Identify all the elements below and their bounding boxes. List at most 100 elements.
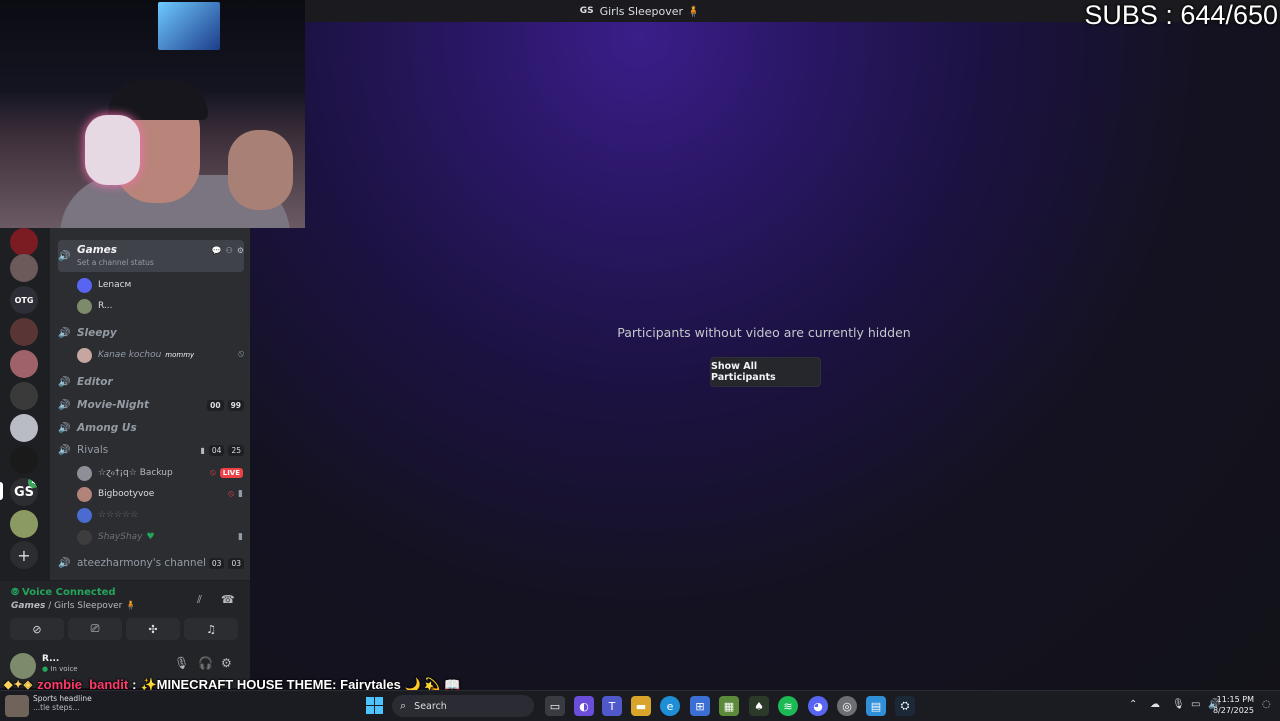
server-icon[interactable]: [10, 228, 38, 256]
selected-server-pill: [0, 482, 3, 500]
show-all-participants-button[interactable]: Show All Participants: [710, 357, 821, 387]
camera-icon: ▮: [238, 489, 243, 499]
speaker-icon: 🔊: [58, 558, 71, 569]
soundboard-icon: ♫: [206, 622, 216, 636]
file-explorer-icon[interactable]: ▬: [631, 696, 651, 716]
cloud-icon[interactable]: ☁: [1150, 699, 1160, 710]
user-status-text: In voice: [50, 665, 78, 673]
user-name[interactable]: R...: [42, 654, 59, 664]
user-count: 03: [208, 557, 225, 569]
voice-user[interactable]: ShayShay ♥ ▮: [77, 528, 243, 546]
microphone: [85, 115, 140, 185]
voice-user[interactable]: Lenacм: [77, 276, 243, 294]
voice-channel-ateez[interactable]: 🔊 ateezharmony's channel 03 03: [58, 553, 244, 573]
server-badge: GS: [579, 6, 594, 16]
chat-bubble-icon[interactable]: 💬: [212, 246, 222, 255]
voice-status[interactable]: ⦾ Voice Connected: [11, 587, 116, 598]
avatar: [77, 298, 92, 314]
news-title: Sports headline: [33, 694, 92, 703]
microphone-icon[interactable]: 🎙: [1172, 699, 1185, 710]
speaker-icon: 🔊: [58, 445, 71, 456]
speaker-icon: 🔊: [58, 377, 71, 388]
notification-bell-icon[interactable]: ◌: [1262, 699, 1271, 710]
avatar: [77, 277, 92, 293]
spotify-icon[interactable]: ≋: [778, 696, 798, 716]
server-icon[interactable]: [10, 414, 38, 442]
noise-suppression-icon[interactable]: ⫽: [197, 593, 202, 607]
invite-icon[interactable]: ⚇: [226, 246, 233, 255]
obs-icon[interactable]: ◎: [837, 696, 857, 716]
deafened-icon: ⦸: [228, 489, 235, 499]
copilot-icon[interactable]: ◐: [574, 696, 594, 716]
chevron-up-icon[interactable]: ⌃: [1129, 699, 1137, 710]
user-name: R...: [98, 301, 113, 311]
camera-toggle-button[interactable]: ⊘: [10, 618, 64, 640]
search-label: Search: [414, 700, 447, 712]
avatar: [77, 465, 92, 481]
voice-channel-rivals[interactable]: 🔊 Rivals ▮ 04 25: [58, 440, 244, 460]
activities-button[interactable]: ✣: [126, 618, 180, 640]
discord-icon[interactable]: ◕: [808, 696, 828, 716]
news-widget[interactable]: Sports headline ...tle steps...: [33, 694, 92, 712]
server-icon-gs[interactable]: GS 4: [10, 478, 38, 506]
disconnect-icon[interactable]: ☎: [221, 593, 235, 606]
voice-user[interactable]: Kanae kochou mommy ⍉: [77, 346, 243, 364]
camera-off-icon: ⊘: [32, 622, 42, 636]
voice-channel-sleepy[interactable]: 🔊 Sleepy: [58, 323, 244, 343]
voice-channel-path[interactable]: Games / Girls Sleepover 🧍: [11, 601, 136, 611]
microphone-icon[interactable]: 🎙: [174, 656, 189, 670]
app-icon[interactable]: ♠: [749, 696, 769, 716]
taskbar-search[interactable]: ⌕ Search: [392, 695, 534, 717]
voice-channel-editor[interactable]: 🔊 Editor: [58, 372, 244, 392]
taskbar-clock[interactable]: 11:15 PM 8/27/2025: [1213, 694, 1254, 716]
live-badge[interactable]: LIVE: [219, 468, 243, 478]
server-icon[interactable]: [10, 350, 38, 378]
voice-user[interactable]: Bigbootyvoe ⦸ ▮: [77, 485, 243, 503]
news-subtitle: ...tle steps...: [33, 703, 80, 712]
speaker-icon: 🔊: [58, 400, 71, 411]
steam-icon[interactable]: ⛭: [895, 696, 915, 716]
voice-user[interactable]: ☆☆☆☆☆: [77, 506, 243, 524]
add-server-icon[interactable]: +: [10, 541, 38, 569]
display-icon[interactable]: ▭: [1191, 699, 1200, 710]
user-name: ☆ɀℴ†¡q☆ Backup: [98, 468, 173, 478]
headphones-icon[interactable]: 🎧: [198, 656, 213, 670]
minecraft-icon[interactable]: ▦: [719, 696, 739, 716]
speaker-icon: 🔊: [58, 251, 71, 262]
channel-status[interactable]: Set a channel status: [77, 258, 154, 267]
news-widget-thumbnail[interactable]: [5, 695, 29, 717]
avatar: [77, 507, 92, 523]
screen-share-button[interactable]: ⎚: [68, 618, 122, 640]
user-count: 04: [208, 444, 225, 456]
avatar: [77, 486, 92, 502]
user-name: ☆☆☆☆☆: [98, 510, 139, 520]
search-icon: ⌕: [400, 699, 407, 712]
server-icon-otg[interactable]: OTG: [10, 286, 38, 314]
voice-user[interactable]: R...: [77, 297, 243, 315]
edge-icon[interactable]: e: [660, 696, 680, 716]
activities-icon: ✣: [148, 622, 158, 636]
soundboard-button[interactable]: ♫: [184, 618, 238, 640]
teams-icon[interactable]: T: [602, 696, 622, 716]
voice-user[interactable]: ☆ɀℴ†¡q☆ Backup ⦸ LIVE: [77, 464, 243, 482]
channel-name: ateezharmony's channel: [77, 557, 206, 569]
clock-date: 8/27/2025: [1212, 706, 1254, 715]
server-icon[interactable]: [10, 318, 38, 346]
app-icon[interactable]: ▤: [866, 696, 886, 716]
user-status: ● In voice: [42, 665, 78, 673]
window-title: Girls Sleepover 🧍: [599, 4, 701, 18]
user-name: Kanae kochou: [98, 350, 162, 360]
server-icon[interactable]: [10, 254, 38, 282]
gear-icon[interactable]: ⚙: [221, 656, 232, 670]
voice-channel-movie-night[interactable]: 🔊 Movie-Night 00 99: [58, 395, 244, 415]
server-icon[interactable]: [10, 446, 38, 474]
gear-icon[interactable]: ⚙: [237, 246, 244, 255]
voice-channel-games[interactable]: 🔊 Games Set a channel status 💬 ⚇ ⚙: [58, 240, 244, 272]
store-icon[interactable]: ⊞: [690, 696, 710, 716]
task-view-icon[interactable]: ▭: [545, 696, 565, 716]
speaker-icon: 🔊: [58, 328, 71, 339]
voice-channel-among-us[interactable]: 🔊 Among Us: [58, 418, 244, 438]
windows-start-icon[interactable]: [366, 697, 383, 714]
server-icon[interactable]: [10, 382, 38, 410]
server-icon[interactable]: [10, 510, 38, 538]
